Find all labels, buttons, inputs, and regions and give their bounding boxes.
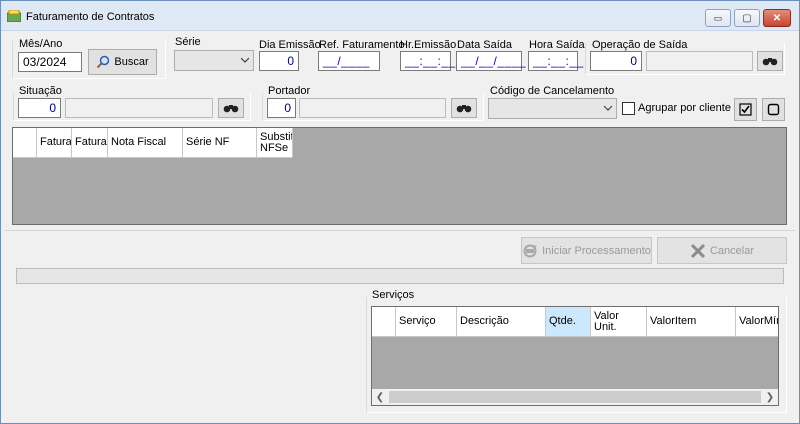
codigo-cancelamento-label: Código de Cancelamento (490, 85, 615, 97)
cancel-icon (690, 243, 706, 258)
agrupar-checkbox[interactable] (622, 102, 635, 115)
process-icon (523, 244, 538, 257)
operacao-lookup-button[interactable] (757, 51, 783, 71)
hr-emissao-input[interactable]: __:__:__ (400, 51, 455, 71)
column-header[interactable]: Descrição (457, 307, 546, 337)
operacao-saida-label: Operação de Saída (592, 39, 688, 51)
mes-ano-label: Mês/Ano (19, 38, 63, 50)
situacao-description (65, 98, 213, 118)
window-title: Faturamento de Contratos (26, 11, 155, 23)
chevron-down-icon (604, 105, 612, 111)
separator (5, 230, 795, 231)
cancelar-label: Cancelar (709, 244, 755, 257)
column-header[interactable]: Substit NFSe (257, 128, 293, 158)
operacao-saida-description (646, 51, 753, 71)
hora-saida-input[interactable]: __:__:__ (528, 51, 583, 71)
codigo-cancelamento-select[interactable] (488, 98, 617, 119)
column-header[interactable]: Série NF (183, 128, 257, 158)
title-bar: Faturamento de Contratos ▭ ▢ ✕ (1, 1, 799, 31)
close-button[interactable]: ✕ (763, 9, 791, 27)
portador-lookup-button[interactable] (451, 98, 477, 118)
deselect-all-button[interactable] (762, 98, 785, 121)
binoculars-icon (223, 105, 239, 113)
progress-bar (16, 268, 784, 284)
situacao-lookup-button[interactable] (218, 98, 244, 118)
column-header[interactable]: Serviço (396, 307, 457, 337)
binoculars-icon (762, 58, 778, 66)
iniciar-processamento-button[interactable]: Iniciar Processamento (521, 237, 652, 264)
maximize-button[interactable]: ▢ (734, 9, 760, 27)
column-header[interactable]: Fatura (37, 128, 72, 158)
hora-saida-label: Hora Saída (529, 39, 585, 51)
ref-faturamento-label: Ref. Faturamento (319, 39, 405, 51)
scroll-right-icon[interactable]: ❯ (762, 389, 778, 405)
portador-label: Portador (268, 85, 311, 97)
maximize-icon: ▢ (742, 12, 752, 24)
column-header[interactable]: ValorItem (647, 307, 736, 337)
column-header-selected[interactable]: Qtde. (546, 307, 591, 337)
agrupar-label: Agrupar por cliente (638, 102, 731, 114)
portador-description (299, 98, 446, 118)
dia-emissao-input[interactable]: 0 (259, 51, 299, 71)
row-selector-header (13, 128, 37, 158)
scrollbar-thumb[interactable] (389, 391, 761, 403)
column-header[interactable]: Valor Unit. (591, 307, 647, 337)
servicos-label: Serviços (372, 289, 415, 301)
close-icon: ✕ (772, 12, 782, 24)
app-window: Faturamento de Contratos ▭ ▢ ✕ Mês/Ano 0… (0, 0, 800, 424)
mes-ano-input[interactable]: 03/2024 (18, 52, 82, 72)
serie-select[interactable] (174, 50, 254, 71)
horizontal-scrollbar[interactable]: ❮ ❯ (372, 389, 778, 405)
chevron-down-icon (241, 57, 249, 63)
minimize-button[interactable]: ▭ (705, 9, 731, 27)
servicos-grid-header: Serviço Descrição Qtde. Valor Unit. Valo… (372, 307, 778, 337)
cancelar-button[interactable]: Cancelar (657, 237, 787, 264)
serie-label: Série (175, 36, 201, 48)
ref-faturamento-input[interactable]: __/____ (318, 51, 380, 71)
contracts-grid[interactable]: Fatura Fatura Nota Fiscal Série NF Subst… (12, 127, 787, 225)
data-saida-input[interactable]: __/__/____ (456, 51, 526, 71)
contracts-grid-header: Fatura Fatura Nota Fiscal Série NF Subst… (13, 128, 293, 158)
situacao-input[interactable]: 0 (18, 98, 61, 118)
binoculars-icon (456, 105, 472, 113)
row-selector-header (372, 307, 396, 337)
app-icon (7, 10, 21, 22)
data-saida-label: Data Saída (457, 39, 513, 51)
portador-input[interactable]: 0 (267, 98, 296, 118)
select-all-button[interactable] (734, 98, 757, 121)
uncheck-all-icon (767, 103, 780, 116)
iniciar-label: Iniciar Processamento (542, 244, 651, 257)
buscar-label: Buscar (114, 56, 149, 68)
minimize-icon: ▭ (713, 12, 723, 23)
check-all-icon (739, 103, 752, 116)
servicos-grid[interactable]: Serviço Descrição Qtde. Valor Unit. Valo… (371, 306, 779, 406)
column-header[interactable]: ValorMín (736, 307, 778, 337)
column-header[interactable]: Fatura (72, 128, 108, 158)
hr-emissao-label: Hr.Emissão (400, 39, 457, 51)
search-icon (97, 55, 110, 69)
dia-emissao-label: Dia Emissão (259, 39, 321, 51)
scroll-left-icon[interactable]: ❮ (372, 389, 388, 405)
operacao-saida-input[interactable]: 0 (590, 51, 642, 71)
situacao-label: Situação (19, 85, 62, 97)
column-header[interactable]: Nota Fiscal (108, 128, 183, 158)
buscar-button[interactable]: Buscar (88, 49, 157, 75)
